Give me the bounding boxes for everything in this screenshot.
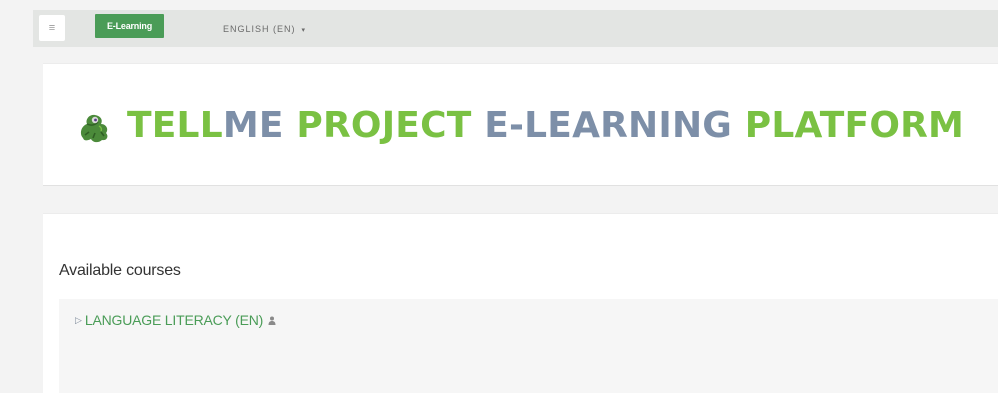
- brand-button[interactable]: E-Learning: [95, 14, 165, 38]
- page: ≡ E-Learning ENGLISH (EN) ▾ TELLME PROJEC…: [0, 0, 998, 393]
- chevron-down-icon: ▾: [301, 27, 306, 34]
- language-label: ENGLISH (EN): [223, 24, 296, 34]
- page-title: TELLME PROJECT E-LEARNING PLATFORM: [127, 104, 964, 148]
- course-link[interactable]: LANGUAGE LITERACY (EN): [85, 312, 263, 328]
- page-header: TELLME PROJECT E-LEARNING PLATFORM: [43, 63, 998, 186]
- hamburger-icon: ≡: [48, 22, 56, 34]
- top-navbar: ≡ E-Learning ENGLISH (EN) ▾: [33, 10, 998, 47]
- available-courses-heading: Available courses: [59, 262, 181, 279]
- title-part-elearning: E-LEARNING: [484, 105, 733, 146]
- title-part-tell: TELL: [127, 105, 223, 146]
- course-list: ▷ LANGUAGE LITERACY (EN): [59, 299, 998, 393]
- title-part-me: ME: [222, 105, 284, 146]
- hamburger-menu-button[interactable]: ≡: [39, 15, 65, 41]
- title-part-platform: PLATFORM: [744, 105, 965, 146]
- course-arrow-icon: ▷: [75, 314, 82, 325]
- mascot-logo-icon: [80, 114, 108, 143]
- title-part-project: PROJECT: [296, 105, 472, 146]
- guest-access-icon: [268, 316, 276, 325]
- main-content: Available courses ▷ LANGUAGE LITERACY (E…: [43, 213, 998, 393]
- course-item: ▷ LANGUAGE LITERACY (EN): [75, 312, 276, 328]
- language-menu[interactable]: ENGLISH (EN) ▾: [223, 24, 305, 34]
